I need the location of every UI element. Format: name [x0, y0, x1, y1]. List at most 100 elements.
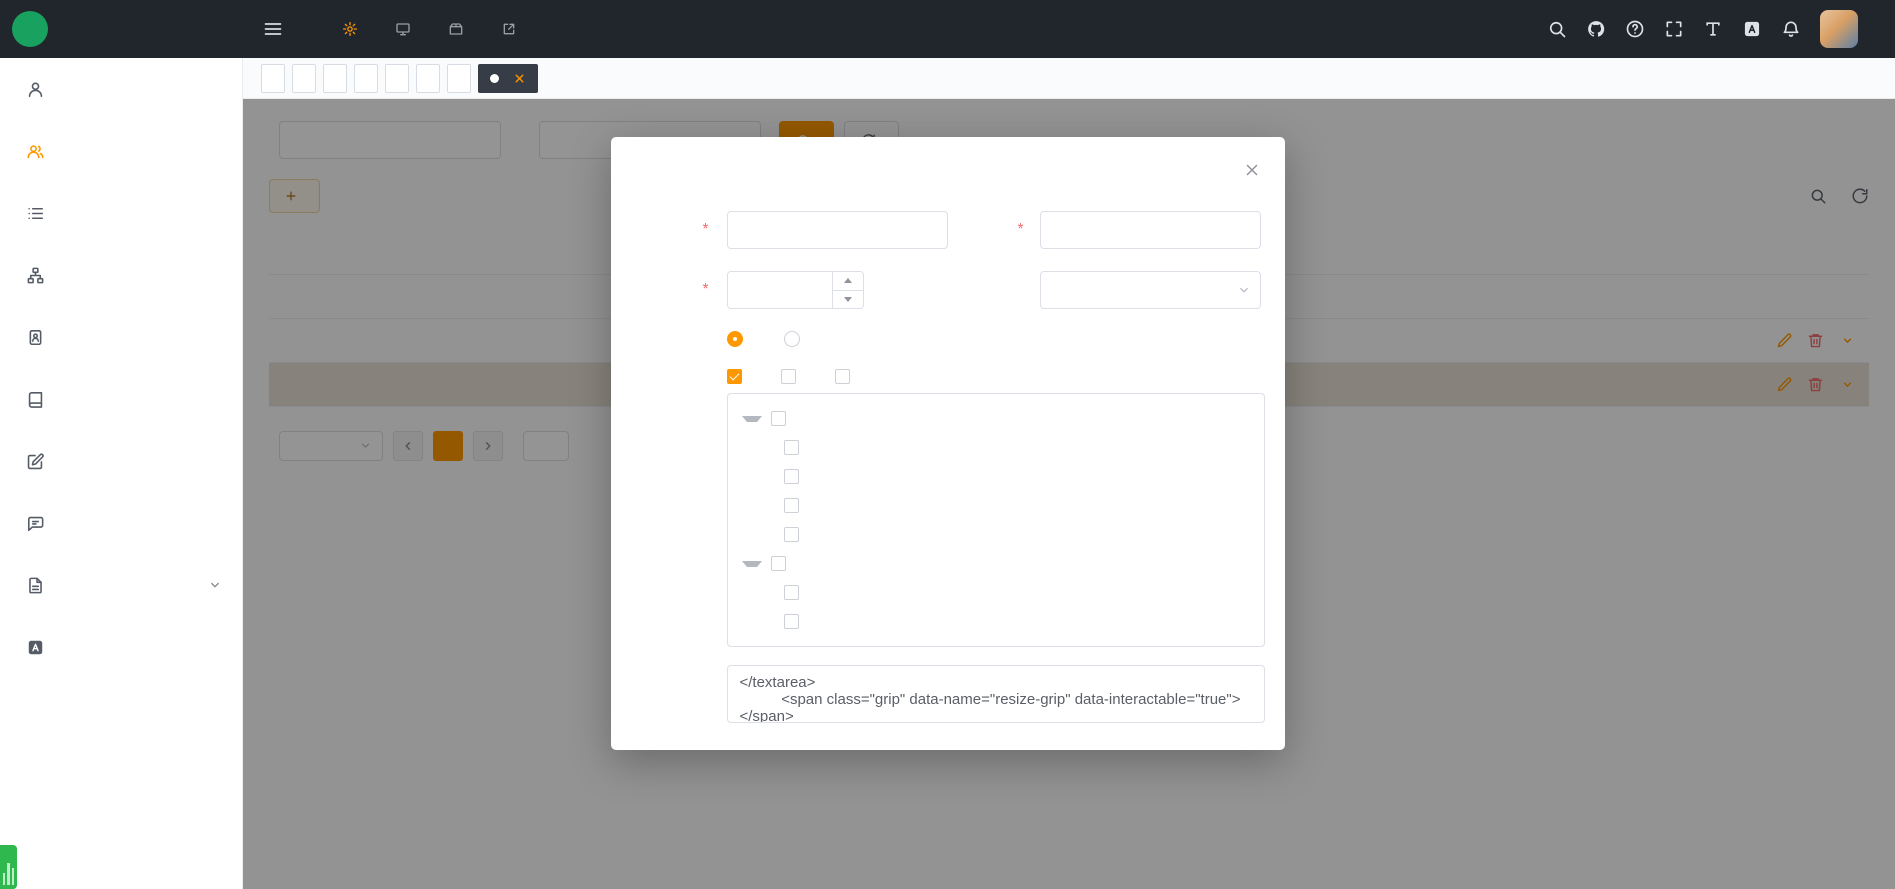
checkbox-box[interactable] [771, 556, 786, 571]
book-icon [26, 390, 45, 409]
form-row: </text‌area> <span class="grip" data-nam… [631, 665, 1265, 728]
select-all-checkbox[interactable] [781, 369, 803, 384]
remark-textarea[interactable]: </text‌area> <span class="grip" data-nam… [727, 665, 1265, 723]
perm-char-label [958, 221, 1028, 239]
checkbox-box[interactable] [784, 469, 799, 484]
decrease-button[interactable] [833, 291, 863, 309]
tab-send-mail[interactable] [354, 64, 378, 93]
status-radio-normal[interactable] [727, 331, 750, 347]
caret-down-icon[interactable] [742, 561, 762, 567]
checkbox-box[interactable] [784, 614, 799, 629]
role-name-input[interactable] [727, 211, 948, 249]
users-group-icon [26, 142, 45, 161]
app-logo [12, 11, 48, 47]
role-name-label [631, 221, 713, 239]
sidebar-item-i18n[interactable] [0, 616, 242, 678]
top-nav [297, 0, 539, 58]
perm-char-input[interactable] [1040, 211, 1261, 249]
tags-bar [243, 58, 1895, 99]
checkbox-box[interactable] [784, 498, 799, 513]
caret-up-icon [844, 278, 852, 283]
menu-list-icon [26, 204, 45, 223]
checkbox-box[interactable] [784, 585, 799, 600]
nav-item-system-tools[interactable] [433, 0, 486, 58]
checkbox-box[interactable] [771, 411, 786, 426]
id-badge-icon [26, 328, 45, 347]
edit-square-icon [26, 452, 45, 471]
role-order-label [631, 281, 713, 299]
font-size-icon[interactable] [1703, 19, 1723, 39]
parent-child-link-checkbox[interactable] [835, 369, 857, 384]
status-radio-disabled[interactable] [784, 331, 807, 347]
role-order-stepper [727, 271, 864, 309]
radio-dot [727, 331, 743, 347]
tab-system-api[interactable] [416, 64, 440, 93]
form-row [631, 271, 1265, 309]
sidebar-item-notices[interactable] [0, 492, 242, 554]
nav-item-system-admin[interactable] [327, 0, 380, 58]
gear-icon [342, 21, 358, 37]
toolbox-icon [448, 21, 464, 37]
sidebar-item-dictionaries[interactable] [0, 368, 242, 430]
tree-node[interactable] [736, 520, 1256, 549]
checkbox-box [727, 369, 742, 384]
close-icon[interactable] [1243, 161, 1261, 179]
expand-collapse-checkbox[interactable] [727, 369, 749, 384]
tree-node[interactable] [736, 491, 1256, 520]
checkbox-box [835, 369, 850, 384]
sidebar-item-parameters[interactable] [0, 430, 242, 492]
user-icon [26, 80, 45, 99]
tab-article-list[interactable] [292, 64, 316, 93]
radio-dot [784, 331, 800, 347]
nav-item-console[interactable] [297, 0, 327, 58]
mini-chart-widget[interactable] [0, 845, 17, 889]
app-page: </text‌area> <span class="grip" data-nam… [0, 0, 1895, 889]
top-bar [0, 0, 1895, 58]
brand[interactable] [0, 11, 243, 47]
edit-role-dialog: </text‌area> <span class="grip" data-nam… [611, 137, 1285, 750]
sidebar-item-departments[interactable] [0, 244, 242, 306]
form-row [631, 211, 1265, 249]
tree-node[interactable] [736, 433, 1256, 462]
tab-role-admin[interactable] [478, 64, 538, 93]
form-row [631, 331, 1265, 347]
sidebar-item-logs[interactable] [0, 554, 242, 616]
sidebar-toggle-icon[interactable] [263, 19, 283, 39]
dialog-body: </text‌area> <span class="grip" data-nam… [611, 185, 1285, 728]
tree-node[interactable] [736, 462, 1256, 491]
search-icon[interactable] [1547, 19, 1567, 39]
tab-menu-admin[interactable] [447, 64, 471, 93]
sidebar-item-posts[interactable] [0, 306, 242, 368]
caret-down-icon[interactable] [742, 416, 762, 422]
sidebar-item-menus[interactable] [0, 182, 242, 244]
nav-item-official-site[interactable] [486, 0, 539, 58]
dialog-header [611, 137, 1285, 185]
nav-item-system-monitor[interactable] [380, 0, 433, 58]
sidebar-item-roles[interactable] [0, 120, 242, 182]
increase-button[interactable] [833, 272, 863, 291]
tree-node[interactable] [736, 607, 1256, 636]
github-icon[interactable] [1586, 19, 1606, 39]
role-order-input[interactable] [728, 272, 832, 308]
close-tab-icon[interactable] [513, 72, 526, 85]
checkbox-box [781, 369, 796, 384]
tab-i18n[interactable] [385, 64, 409, 93]
tree-node[interactable] [736, 549, 1256, 578]
data-scope-select[interactable] [1040, 271, 1261, 309]
language-icon[interactable] [1742, 19, 1762, 39]
tab-home[interactable] [261, 64, 285, 93]
data-scope-value[interactable] [1040, 271, 1261, 309]
sidebar-item-users[interactable] [0, 58, 242, 120]
bell-icon[interactable] [1781, 19, 1801, 39]
tree-node[interactable] [736, 578, 1256, 607]
tree-node[interactable] [736, 404, 1256, 433]
help-icon[interactable] [1625, 19, 1645, 39]
document-icon [26, 576, 45, 595]
tab-code-gen[interactable] [323, 64, 347, 93]
checkbox-box[interactable] [784, 527, 799, 542]
avatar[interactable] [1820, 10, 1858, 48]
fullscreen-icon[interactable] [1664, 19, 1684, 39]
sidebar [0, 58, 243, 889]
remark-textarea-wrap: </text‌area> <span class="grip" data-nam… [727, 665, 1265, 728]
checkbox-box[interactable] [784, 440, 799, 455]
